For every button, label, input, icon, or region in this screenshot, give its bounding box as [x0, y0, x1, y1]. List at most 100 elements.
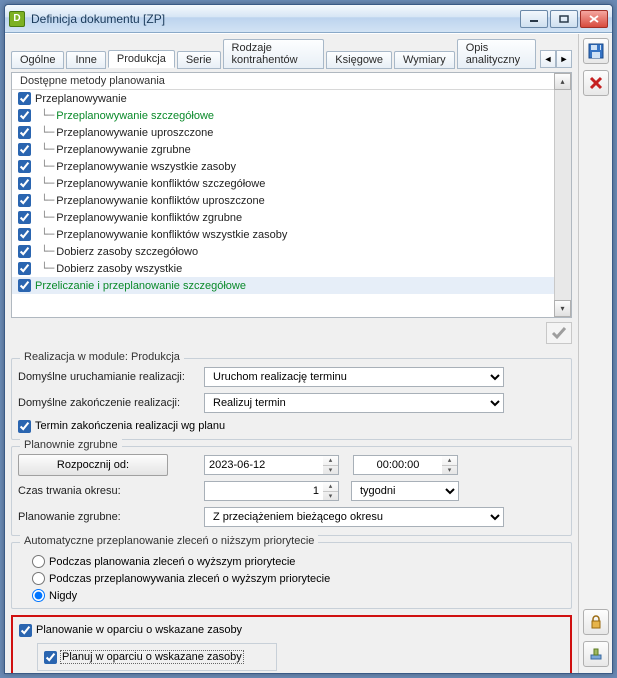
- auto-radio-label: Podczas przeplanowywania zleceń o wyższy…: [49, 573, 330, 585]
- tab-scroll-left[interactable]: ◄: [540, 50, 556, 68]
- tree-checkbox[interactable]: [18, 92, 31, 105]
- tree-checkbox[interactable]: [18, 262, 31, 275]
- scroll-up-icon[interactable]: ▴: [554, 73, 571, 90]
- tree-item[interactable]: └─Przeplanowywanie konfliktów zgrubne: [12, 209, 571, 226]
- save-button[interactable]: [583, 38, 609, 64]
- duration-spinner[interactable]: ▴▾: [323, 481, 339, 501]
- tab-księgowe[interactable]: Księgowe: [326, 51, 392, 69]
- check-icon: [551, 326, 567, 340]
- tree-checkbox[interactable]: [18, 109, 31, 122]
- tabstrip: OgólneInneProdukcjaSerieRodzaje kontrahe…: [11, 38, 572, 68]
- tree-item[interactable]: └─Przeplanowywanie uproszczone: [12, 124, 571, 141]
- tree-item[interactable]: └─Przeplanowywanie wszystkie zasoby: [12, 158, 571, 175]
- tree-branch-icon: └─: [41, 245, 54, 258]
- tree-item[interactable]: └─Dobierz zasoby szczegółowo: [12, 243, 571, 260]
- auto-radio[interactable]: [32, 572, 45, 585]
- tree-item[interactable]: └─Dobierz zasoby wszystkie: [12, 260, 571, 277]
- end-realization-combo[interactable]: Realizuj termin: [204, 393, 504, 413]
- plan-by-resources-inner-label: Planuj w oparciu o wskazane zasoby: [61, 651, 243, 663]
- side-toolbar: [578, 34, 612, 673]
- tree-branch-icon: └─: [41, 177, 54, 190]
- start-realization-label: Domyślne uruchamianie realizacji:: [18, 371, 198, 383]
- plan-by-resources-inner-checkbox[interactable]: [44, 651, 57, 664]
- titlebar[interactable]: D Definicja dokumentu [ZP]: [5, 5, 612, 33]
- tree-item-label: Przeplanowywanie konfliktów wszystkie za…: [56, 229, 287, 241]
- close-button[interactable]: [580, 10, 608, 28]
- tree-item-label: Przeliczanie i przeplanowanie szczegółow…: [35, 280, 246, 292]
- plan-by-resources-group: Planuj w oparciu o wskazane zasoby: [37, 643, 277, 671]
- date-spinner[interactable]: ▴▾: [323, 455, 339, 475]
- planning-methods-tree[interactable]: Dostępne metody planowania Przeplanowywa…: [11, 72, 572, 318]
- tab-opis-analityczny[interactable]: Opis analityczny: [457, 39, 536, 69]
- tree-branch-icon: └─: [41, 160, 54, 173]
- content-area: OgólneInneProdukcjaSerieRodzaje kontrahe…: [5, 34, 578, 673]
- plan-by-resources-checkbox[interactable]: [19, 624, 32, 637]
- tree-checkbox[interactable]: [18, 211, 31, 224]
- tree-checkbox[interactable]: [18, 228, 31, 241]
- tree-checkbox[interactable]: [18, 160, 31, 173]
- tree-item[interactable]: └─Przeplanowywanie zgrubne: [12, 141, 571, 158]
- group-auto-replanning: Automatyczne przeplanowanie zleceń o niż…: [11, 542, 572, 609]
- tab-wymiary[interactable]: Wymiary: [394, 51, 455, 69]
- tree-item[interactable]: └─Przeplanowywanie szczegółowe: [12, 107, 571, 124]
- tree-item[interactable]: └─Przeplanowywanie konfliktów uproszczon…: [12, 192, 571, 209]
- app-icon: D: [9, 11, 25, 27]
- group-coarse-label: Planownie zgrubne: [20, 439, 122, 451]
- tree-item-label: Przeplanowywanie zgrubne: [56, 144, 191, 156]
- lock-button[interactable]: [583, 609, 609, 635]
- duration-input[interactable]: [204, 481, 324, 501]
- auto-radio[interactable]: [32, 589, 45, 602]
- tab-produkcja[interactable]: Produkcja: [108, 50, 175, 68]
- window: D Definicja dokumentu [ZP] OgólneInnePro…: [4, 4, 613, 674]
- tree-branch-icon: └─: [41, 143, 54, 156]
- tree-item-label: Przeplanowywanie uproszczone: [56, 127, 213, 139]
- minimize-button[interactable]: [520, 10, 548, 28]
- tree-checkbox[interactable]: [18, 194, 31, 207]
- start-realization-combo[interactable]: Uruchom realizację terminu: [204, 367, 504, 387]
- tree-item-label: Przeplanowywanie szczegółowe: [56, 110, 214, 122]
- tree-branch-icon: └─: [41, 109, 54, 122]
- maximize-button[interactable]: [550, 10, 578, 28]
- tree-item[interactable]: └─Przeplanowywanie konfliktów wszystkie …: [12, 226, 571, 243]
- auto-radio-row: Nigdy: [18, 587, 565, 604]
- settings-button[interactable]: [583, 641, 609, 667]
- tree-checkbox[interactable]: [18, 245, 31, 258]
- tree-item[interactable]: └─Przeplanowywanie konfliktów szczegółow…: [12, 175, 571, 192]
- tree-scrollbar[interactable]: ▴ ▾: [554, 73, 571, 317]
- tree-checkbox[interactable]: [18, 279, 31, 292]
- tree-branch-icon: └─: [41, 211, 54, 224]
- tree-item-label: Przeplanowywanie konfliktów uproszczone: [56, 195, 265, 207]
- tree-item[interactable]: Przeliczanie i przeplanowanie szczegółow…: [12, 277, 571, 294]
- group-coarse-planning: Planownie zgrubne Rozpocznij od: ▴▾ ▴▾ C…: [11, 446, 572, 536]
- auto-radio-label: Nigdy: [49, 590, 77, 602]
- tab-ogólne[interactable]: Ogólne: [11, 51, 64, 69]
- start-time-input[interactable]: [353, 455, 443, 475]
- tab-scroll-right[interactable]: ►: [556, 50, 572, 68]
- tree-checkbox[interactable]: [18, 143, 31, 156]
- tree-item[interactable]: Przeplanowywanie: [12, 90, 571, 107]
- coarse-mode-combo[interactable]: Z przeciążeniem bieżącego okresu: [204, 507, 504, 527]
- end-by-plan-label: Termin zakończenia realizacji wg planu: [35, 420, 225, 432]
- x-icon: [589, 76, 603, 90]
- tree-branch-icon: └─: [41, 262, 54, 275]
- duration-unit-combo[interactable]: tygodni: [351, 481, 459, 501]
- time-spinner[interactable]: ▴▾: [442, 455, 458, 475]
- scroll-down-icon[interactable]: ▾: [554, 300, 571, 317]
- tab-inne[interactable]: Inne: [66, 51, 105, 69]
- start-from-button[interactable]: Rozpocznij od:: [18, 454, 168, 476]
- cancel-button[interactable]: [583, 70, 609, 96]
- coarse-mode-label: Planowanie zgrubne:: [18, 511, 168, 523]
- tree-checkbox[interactable]: [18, 126, 31, 139]
- tree-checkbox[interactable]: [18, 177, 31, 190]
- end-by-plan-checkbox[interactable]: [18, 420, 31, 433]
- window-title: Definicja dokumentu [ZP]: [31, 12, 520, 26]
- tree-item-label: Dobierz zasoby wszystkie: [56, 263, 182, 275]
- tree-branch-icon: └─: [41, 126, 54, 139]
- auto-radio[interactable]: [32, 555, 45, 568]
- confirm-check-button[interactable]: [546, 322, 572, 344]
- tab-serie[interactable]: Serie: [177, 51, 221, 69]
- start-date-input[interactable]: [204, 455, 324, 475]
- auto-radio-row: Podczas przeplanowywania zleceń o wyższy…: [18, 570, 565, 587]
- tab-rodzaje-kontrahentów[interactable]: Rodzaje kontrahentów: [223, 39, 325, 69]
- group-auto-label: Automatyczne przeplanowanie zleceń o niż…: [20, 535, 318, 547]
